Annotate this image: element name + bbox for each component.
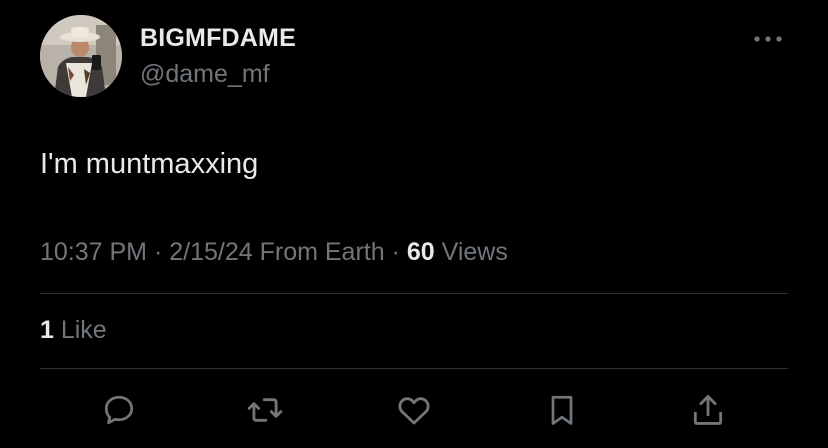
- tweet-text: I'm muntmaxxing: [40, 148, 259, 180]
- more-icon: [754, 36, 782, 42]
- more-options-button[interactable]: [748, 26, 788, 52]
- tweet-metadata: 10:37 PM · 2/15/24 From Earth · 60 Views: [40, 238, 508, 267]
- like-button[interactable]: [394, 390, 434, 430]
- bookmark-icon: [551, 395, 573, 425]
- likes-label: Like: [53, 316, 107, 344]
- tweet-detail: BIGMFDAME @dame_mf I'm muntmaxxing 10:37…: [0, 0, 828, 448]
- retweet-icon: [247, 398, 283, 422]
- avatar[interactable]: [40, 15, 122, 97]
- retweet-button[interactable]: [245, 390, 285, 430]
- views-label: Views: [434, 238, 508, 266]
- tweet-location: From Earth: [252, 238, 385, 266]
- tweet-time[interactable]: 10:37 PM: [40, 238, 147, 266]
- likes-link[interactable]: 1 Like: [40, 316, 107, 345]
- divider: [40, 368, 788, 369]
- tweet-date[interactable]: 2/15/24: [169, 238, 252, 266]
- heart-icon: [398, 397, 430, 425]
- views-count: 60: [406, 238, 435, 266]
- divider: [40, 293, 788, 294]
- separator: ·: [147, 238, 170, 266]
- separator: ·: [384, 238, 407, 266]
- profile-photo-icon: [40, 15, 122, 97]
- share-icon: [693, 395, 723, 425]
- display-name[interactable]: BIGMFDAME: [140, 24, 296, 53]
- share-button[interactable]: [688, 390, 728, 430]
- bookmark-button[interactable]: [542, 390, 582, 430]
- reply-icon: [104, 395, 134, 425]
- reply-button[interactable]: [99, 390, 139, 430]
- likes-count: 1: [40, 316, 54, 344]
- username-handle[interactable]: @dame_mf: [140, 60, 270, 89]
